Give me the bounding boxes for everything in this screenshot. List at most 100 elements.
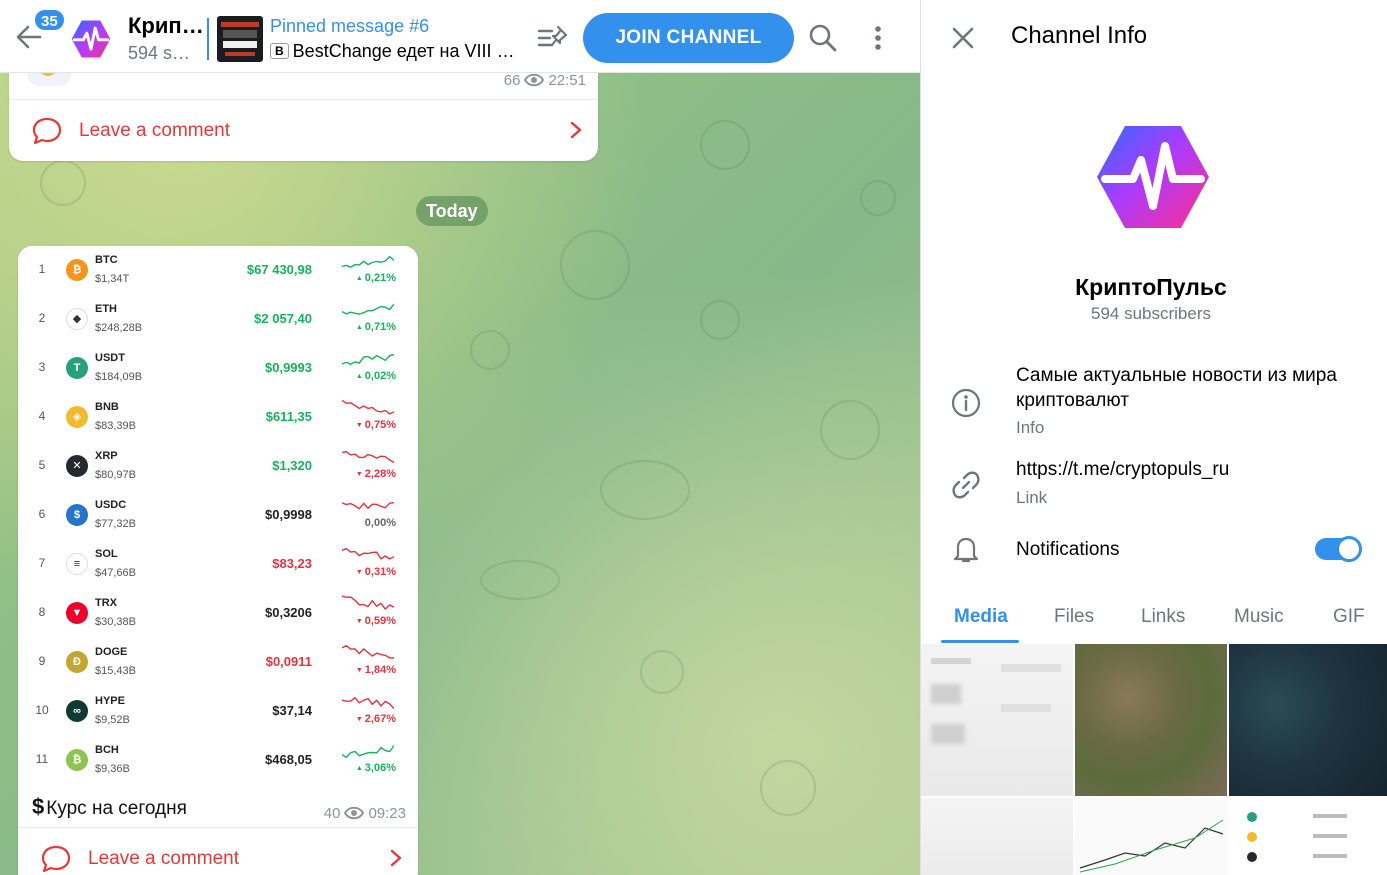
coin-symbol: BTC bbox=[95, 254, 118, 266]
search-icon[interactable] bbox=[807, 22, 839, 54]
coin-market-cap: $9,52B bbox=[95, 714, 130, 726]
triangle-up-icon: ▲ bbox=[355, 765, 365, 772]
tab-files[interactable]: Files bbox=[1054, 606, 1094, 628]
crypto-price-table[interactable]: 1 ₿ BTC $1,34T $67 430,98 ▲ 0,21% 2 ◆ ETH $248,28… bbox=[26, 246, 410, 786]
media-tabs: Media Files Links Music GIF bbox=[921, 596, 1387, 644]
media-thumbnail[interactable] bbox=[1075, 644, 1227, 796]
triangle-down-icon: ▼ bbox=[355, 667, 365, 674]
coin-price: $611,35 bbox=[265, 409, 312, 424]
wallpaper-doodle bbox=[600, 460, 690, 520]
tab-links[interactable]: Links bbox=[1141, 606, 1185, 628]
notifications-toggle[interactable] bbox=[1315, 536, 1362, 562]
coin-row: 5 ✕ XRP $80,97B $1,320 ▼ 2,28% bbox=[26, 442, 410, 491]
coin-sparkline bbox=[342, 696, 394, 710]
coin-symbol: TRX bbox=[95, 597, 117, 609]
leave-comment-row[interactable]: Leave a comment bbox=[18, 827, 418, 875]
coin-row: 2 ◆ ETH $248,28B $2 057,40 ▲ 0,71% bbox=[26, 295, 410, 344]
coin-market-cap: $1,34T bbox=[95, 273, 130, 285]
coin-row: 10 ∞ HYPE $9,52B $37,14 ▼ 2,67% bbox=[26, 687, 410, 736]
coin-change: ▲ 0,21% bbox=[356, 272, 396, 284]
more-vertical-icon[interactable] bbox=[864, 22, 892, 54]
leave-comment-label: Leave a comment bbox=[88, 848, 240, 869]
join-channel-button[interactable]: JOIN CHANNEL bbox=[583, 13, 794, 63]
wallpaper-doodle bbox=[700, 120, 750, 170]
message-time: 09:23 bbox=[368, 805, 406, 822]
eye-icon bbox=[344, 806, 365, 820]
channel-link[interactable]: https://t.me/cryptopuls_ru bbox=[1016, 459, 1229, 481]
coin-rank: 10 bbox=[35, 703, 49, 717]
pinned-text[interactable]: BBestChange едет на VIII Евразийский фор… bbox=[270, 41, 515, 62]
coin-row: 8 ▼ TRX $30,38B $0,3206 ▼ 0,59% bbox=[26, 589, 410, 638]
message-caption: $ Курс на сегодня bbox=[32, 794, 187, 820]
coin-change-value: 2,28% bbox=[364, 468, 396, 480]
coin-sparkline bbox=[342, 745, 394, 759]
coin-market-cap: $77,32B bbox=[95, 518, 136, 530]
channel-description: Самые актуальные новости из мира криптов… bbox=[1016, 365, 1337, 411]
coin-change: ▲ 0,02% bbox=[356, 370, 396, 382]
coin-row: 3 T USDT $184,09B $0,9993 ▲ 0,02% bbox=[26, 344, 410, 393]
coin-symbol: SOL bbox=[95, 548, 118, 560]
coin-symbol: DOGE bbox=[95, 646, 128, 658]
pinned-thumbnail[interactable] bbox=[217, 16, 263, 62]
coin-rank: 1 bbox=[38, 262, 46, 276]
leave-comment-row[interactable]: Leave a comment bbox=[9, 99, 598, 159]
eye-icon bbox=[524, 73, 545, 87]
media-thumbnail[interactable] bbox=[921, 644, 1073, 796]
wallpaper-doodle bbox=[820, 400, 880, 460]
bitcoin-outlook-chart-thumbnail bbox=[1079, 819, 1224, 873]
coin-sparkline bbox=[342, 399, 394, 415]
coin-change: ▼ 2,28% bbox=[356, 468, 396, 480]
coin-rank: 5 bbox=[38, 458, 46, 472]
message-time: 22:51 bbox=[548, 72, 586, 89]
media-thumbnail[interactable] bbox=[921, 798, 1073, 875]
toggle-knob bbox=[1336, 536, 1362, 562]
chat-area: 35 КриптоПульс 594 subscribers Pinned me… bbox=[0, 0, 920, 875]
coin-change-value: 2,67% bbox=[364, 713, 396, 725]
bell-icon bbox=[953, 537, 979, 563]
coin-sparkline bbox=[342, 303, 394, 315]
message-bubble[interactable]: 1 ₿ BTC $1,34T $67 430,98 ▲ 0,21% 2 ◆ ETH $248,28… bbox=[18, 246, 418, 875]
close-icon[interactable] bbox=[949, 24, 977, 52]
media-thumbnail[interactable] bbox=[1229, 644, 1387, 796]
coin-logo-icon: T bbox=[66, 357, 88, 379]
coin-sparkline bbox=[342, 548, 394, 560]
chat-header: 35 КриптоПульс 594 subscribers Pinned me… bbox=[0, 0, 920, 73]
pinned-title[interactable]: Pinned message #6 bbox=[270, 16, 429, 37]
pinned-indicator bbox=[207, 18, 209, 60]
media-thumbnail[interactable] bbox=[1229, 798, 1387, 875]
coin-rank: 9 bbox=[38, 654, 46, 668]
unread-badge: 35 bbox=[33, 8, 66, 32]
coin-row: 11 ₿ BCH $9,36B $468,05 ▲ 3,06% bbox=[26, 736, 410, 785]
coin-logo-icon: ▼ bbox=[66, 602, 88, 624]
tab-gif[interactable]: GIF bbox=[1333, 606, 1365, 628]
media-thumbnail[interactable] bbox=[1075, 798, 1227, 875]
coin-price: $468,05 bbox=[265, 752, 312, 767]
channel-avatar[interactable] bbox=[70, 18, 112, 60]
coin-logo-icon: ₿ bbox=[66, 749, 88, 771]
coin-change: ▼ 0,59% bbox=[356, 615, 396, 627]
pinned-list-icon[interactable] bbox=[536, 24, 568, 52]
coin-price: $83,23 bbox=[272, 556, 312, 571]
chevron-right-icon bbox=[390, 849, 402, 867]
coin-sparkline bbox=[342, 502, 394, 510]
message-meta: 66 22:51 bbox=[504, 72, 586, 89]
chat-title[interactable]: КриптоПульс bbox=[128, 13, 208, 39]
comment-icon bbox=[32, 117, 62, 145]
active-tab-indicator bbox=[941, 640, 1019, 643]
coin-logo-icon: ₿ bbox=[66, 259, 88, 281]
coin-change: ▼ 2,67% bbox=[356, 713, 396, 725]
coin-symbol: HYPE bbox=[95, 695, 125, 707]
panel-title: Channel Info bbox=[1011, 22, 1148, 49]
tab-media[interactable]: Media bbox=[954, 606, 1008, 628]
tab-music[interactable]: Music bbox=[1234, 606, 1284, 628]
coin-logo-icon: ◈ bbox=[66, 406, 88, 428]
coin-change: ▲ 3,06% bbox=[356, 762, 396, 774]
coin-rank: 6 bbox=[38, 507, 46, 521]
wallpaper-doodle bbox=[700, 300, 740, 340]
channel-logo[interactable] bbox=[1095, 124, 1211, 230]
triangle-down-icon: ▼ bbox=[355, 471, 365, 478]
coin-market-cap: $15,43B bbox=[95, 665, 136, 677]
leave-comment-label: Leave a comment bbox=[79, 120, 231, 141]
coin-market-cap: $248,28B bbox=[95, 322, 143, 334]
triangle-up-icon: ▲ bbox=[355, 373, 365, 380]
